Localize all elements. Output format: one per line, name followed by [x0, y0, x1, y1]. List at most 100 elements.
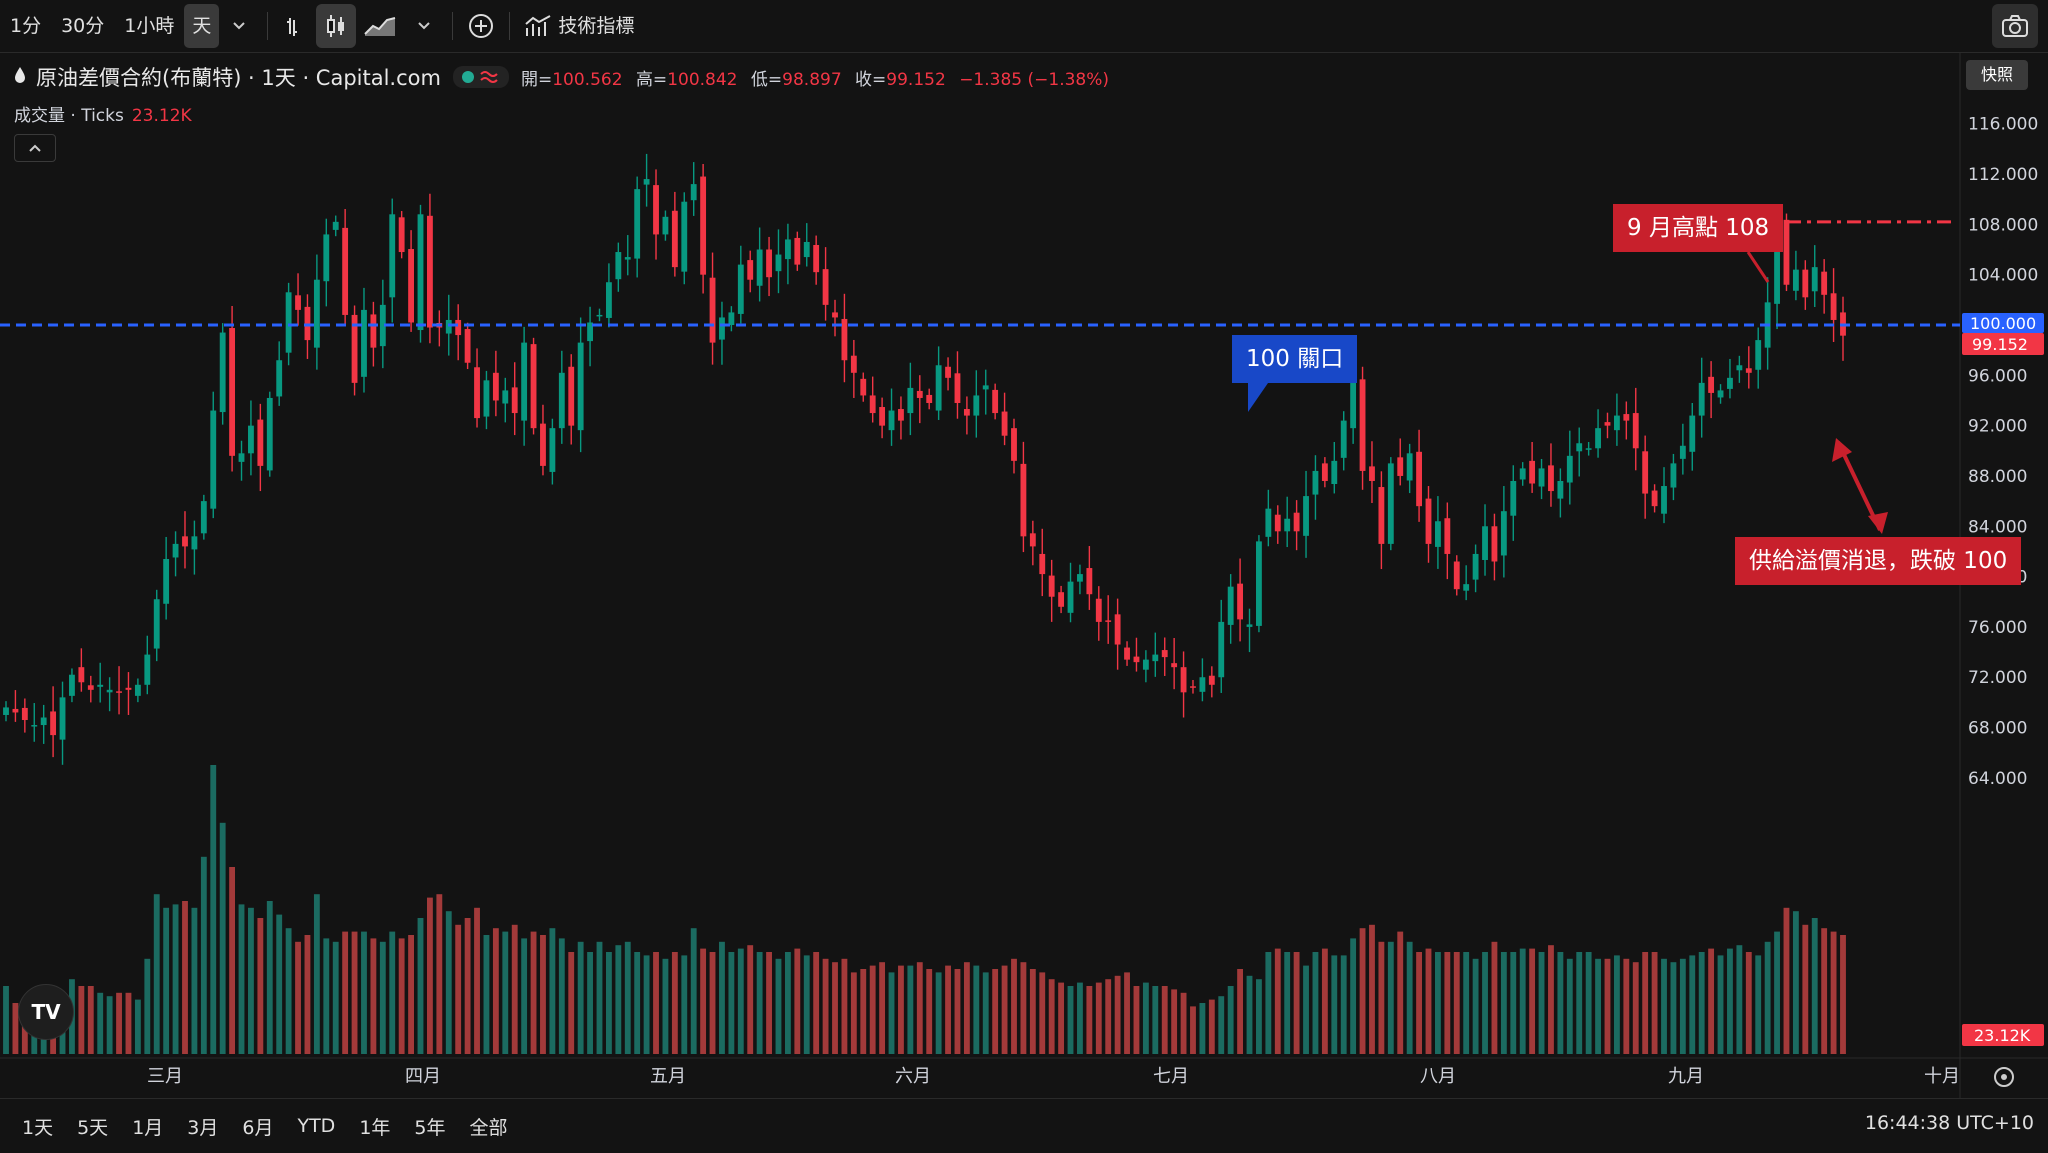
volume-bar[interactable] — [182, 901, 188, 1054]
volume-bar[interactable] — [907, 965, 914, 1054]
candle-body[interactable] — [596, 314, 603, 317]
candle-body[interactable] — [191, 536, 198, 550]
candle-body[interactable] — [1237, 583, 1244, 620]
volume-bar[interactable] — [1406, 941, 1413, 1054]
volume-bar[interactable] — [172, 904, 179, 1054]
candle-body[interactable] — [898, 409, 904, 421]
tradingview-logo[interactable]: TV — [18, 984, 74, 1040]
volume-bar[interactable] — [106, 996, 113, 1054]
candle-body[interactable] — [794, 237, 801, 265]
candle-body[interactable] — [182, 536, 188, 547]
volume-bar[interactable] — [1284, 952, 1291, 1054]
range-3m[interactable]: 3月 — [175, 1113, 230, 1140]
candle-body[interactable] — [1434, 521, 1441, 547]
symbol-title[interactable]: 原油差價合約(布蘭特) · 1天 · Capital.com — [36, 62, 441, 92]
volume-bar[interactable] — [747, 945, 754, 1054]
candle-body[interactable] — [1011, 428, 1017, 461]
candle-body[interactable] — [408, 249, 415, 323]
volume-bar[interactable] — [1755, 955, 1762, 1054]
volume-bar[interactable] — [1472, 958, 1479, 1054]
clock-timezone[interactable]: 16:44:38 UTC+10 — [1865, 1112, 2034, 1134]
volume-bar[interactable] — [1001, 965, 1008, 1054]
range-all[interactable]: 全部 — [458, 1113, 520, 1140]
volume-bar[interactable] — [700, 948, 707, 1054]
volume-bar[interactable] — [445, 911, 452, 1054]
volume-bar[interactable] — [379, 941, 386, 1054]
candle-body[interactable] — [87, 685, 94, 690]
candle-body[interactable] — [605, 282, 612, 318]
candle-body[interactable] — [822, 269, 829, 305]
candle-body[interactable] — [1152, 654, 1159, 662]
candle-body[interactable] — [879, 407, 886, 426]
candle-body[interactable] — [1679, 445, 1686, 459]
volume-bar[interactable] — [916, 962, 923, 1054]
candle-body[interactable] — [1613, 415, 1620, 431]
volume-bar[interactable] — [1689, 955, 1696, 1054]
candle-body[interactable] — [1095, 598, 1102, 622]
candle-body[interactable] — [116, 691, 122, 693]
volume-bar[interactable] — [1180, 992, 1187, 1054]
candle-body[interactable] — [238, 453, 245, 462]
volume-bar[interactable] — [1642, 952, 1649, 1054]
candle-body[interactable] — [737, 264, 744, 314]
volume-bar[interactable] — [624, 941, 631, 1054]
candle-body[interactable] — [1576, 443, 1583, 452]
candle-body[interactable] — [511, 387, 518, 414]
volume-bar[interactable] — [332, 941, 339, 1054]
volume-bar[interactable] — [1745, 952, 1752, 1054]
volume-bar[interactable] — [1387, 941, 1394, 1054]
volume-bar[interactable] — [1519, 948, 1526, 1054]
candle-body[interactable] — [106, 689, 113, 693]
candle-body[interactable] — [332, 221, 339, 230]
volume-bar[interactable] — [1171, 989, 1178, 1054]
volume-bar[interactable] — [313, 894, 320, 1054]
candle-body[interactable] — [313, 279, 320, 348]
candle-body[interactable] — [398, 217, 405, 253]
volume-bar[interactable] — [78, 986, 85, 1054]
candle-body[interactable] — [624, 257, 631, 260]
candle-body[interactable] — [1086, 568, 1093, 595]
volume-bar[interactable] — [304, 935, 311, 1054]
candle-body[interactable] — [681, 201, 688, 272]
candle-body[interactable] — [1208, 675, 1215, 685]
candle-body[interactable] — [389, 214, 396, 298]
volume-bar[interactable] — [540, 935, 546, 1054]
candle-body[interactable] — [1745, 368, 1752, 373]
candle-body[interactable] — [1736, 365, 1743, 371]
candle-body[interactable] — [982, 385, 989, 390]
candle-body[interactable] — [464, 329, 471, 363]
volume-bar[interactable] — [1114, 975, 1121, 1054]
annotation-sept-high[interactable]: 9 月高點 108 — [1613, 204, 1784, 252]
volume-bar[interactable] — [530, 931, 537, 1054]
volume-bar[interactable] — [1566, 958, 1573, 1054]
volume-bar[interactable] — [1199, 1003, 1206, 1054]
volume-bar[interactable] — [1256, 979, 1262, 1054]
candle-body[interactable] — [445, 319, 452, 334]
candle-body[interactable] — [40, 717, 47, 726]
volume-bar[interactable] — [1077, 982, 1083, 1054]
candle-body[interactable] — [1067, 581, 1074, 613]
volume-bar[interactable] — [681, 955, 688, 1054]
volume-bar[interactable] — [238, 904, 245, 1054]
range-5y[interactable]: 5年 — [402, 1113, 457, 1140]
candle-body[interactable] — [69, 674, 75, 696]
volume-bar[interactable] — [1161, 986, 1168, 1054]
candle-body[interactable] — [1519, 468, 1526, 480]
volume-bar[interactable] — [191, 907, 198, 1054]
candle-body[interactable] — [323, 234, 330, 282]
candle-body[interactable] — [907, 387, 914, 414]
volume-bar[interactable] — [822, 958, 829, 1054]
volume-bar[interactable] — [879, 962, 886, 1054]
volume-bar[interactable] — [1500, 952, 1507, 1054]
candle-body[interactable] — [1538, 468, 1545, 487]
candle-body[interactable] — [1048, 575, 1055, 597]
volume-bar[interactable] — [549, 928, 556, 1054]
volume-bar[interactable] — [1359, 928, 1366, 1054]
volume-bar[interactable] — [1218, 996, 1225, 1054]
volume-bar[interactable] — [954, 969, 961, 1054]
volume-bar[interactable] — [888, 972, 895, 1054]
volume-bar[interactable] — [408, 935, 415, 1054]
annotation-level-100[interactable]: 100 關口 — [1232, 335, 1358, 383]
candle-body[interactable] — [1604, 422, 1611, 426]
volume-bar[interactable] — [1774, 931, 1780, 1054]
